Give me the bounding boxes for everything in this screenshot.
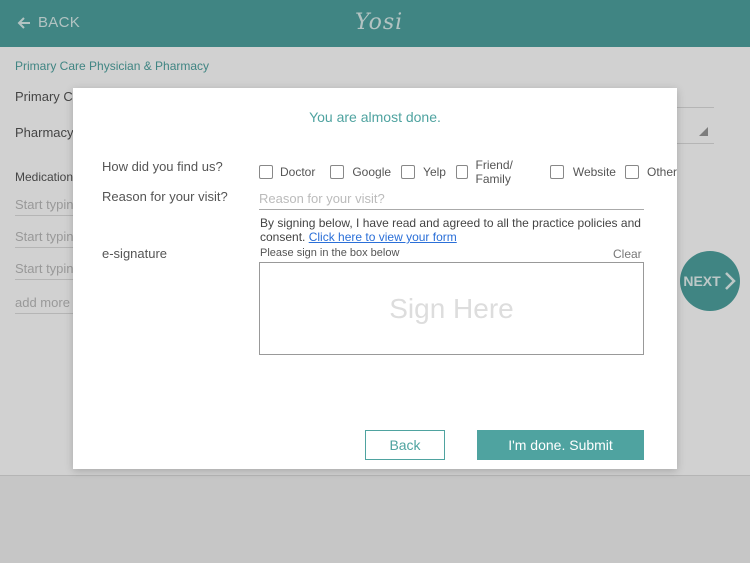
find-us-options: Doctor Google Yelp Friend/ Family Websit… xyxy=(259,158,677,186)
option-other[interactable]: Other xyxy=(624,165,677,179)
checkbox-website[interactable] xyxy=(549,165,564,179)
clear-signature-button[interactable]: Clear xyxy=(613,247,642,261)
reason-label: Reason for your visit? xyxy=(102,189,228,204)
find-us-label: How did you find us? xyxy=(102,159,223,174)
checkbox-google[interactable] xyxy=(330,165,345,179)
option-yelp[interactable]: Yelp xyxy=(401,165,446,179)
option-website[interactable]: Website xyxy=(549,165,616,179)
back-button[interactable]: Back xyxy=(365,430,445,460)
option-website-label: Website xyxy=(572,165,616,179)
esignature-label: e-signature xyxy=(102,246,168,261)
view-form-link[interactable]: Click here to view your form xyxy=(309,230,457,244)
option-friend-family-label: Friend/ Family xyxy=(475,158,513,186)
option-yelp-label: Yelp xyxy=(423,165,446,179)
submit-button[interactable]: I'm done. Submit xyxy=(477,430,644,460)
option-doctor-label: Doctor xyxy=(280,165,316,179)
checkbox-other[interactable] xyxy=(624,165,639,179)
option-google-label: Google xyxy=(352,165,392,179)
checkbox-yelp[interactable] xyxy=(401,165,416,179)
option-friend-family[interactable]: Friend/ Family xyxy=(455,158,536,186)
reason-input[interactable] xyxy=(259,188,644,210)
option-other-label: Other xyxy=(646,165,677,179)
signature-modal: You are almost done. How did you find us… xyxy=(73,88,677,469)
signature-pad[interactable]: Sign Here xyxy=(259,262,644,355)
modal-title: You are almost done. xyxy=(309,109,441,125)
checkbox-doctor[interactable] xyxy=(259,165,273,179)
checkbox-friend-family[interactable] xyxy=(455,165,468,179)
option-doctor[interactable]: Doctor xyxy=(259,165,315,179)
consent-text: By signing below, I have read and agreed… xyxy=(260,216,645,244)
sign-here-placeholder: Sign Here xyxy=(389,292,514,324)
sign-instruction: Please sign in the box below xyxy=(260,247,400,259)
option-google[interactable]: Google xyxy=(330,165,391,179)
